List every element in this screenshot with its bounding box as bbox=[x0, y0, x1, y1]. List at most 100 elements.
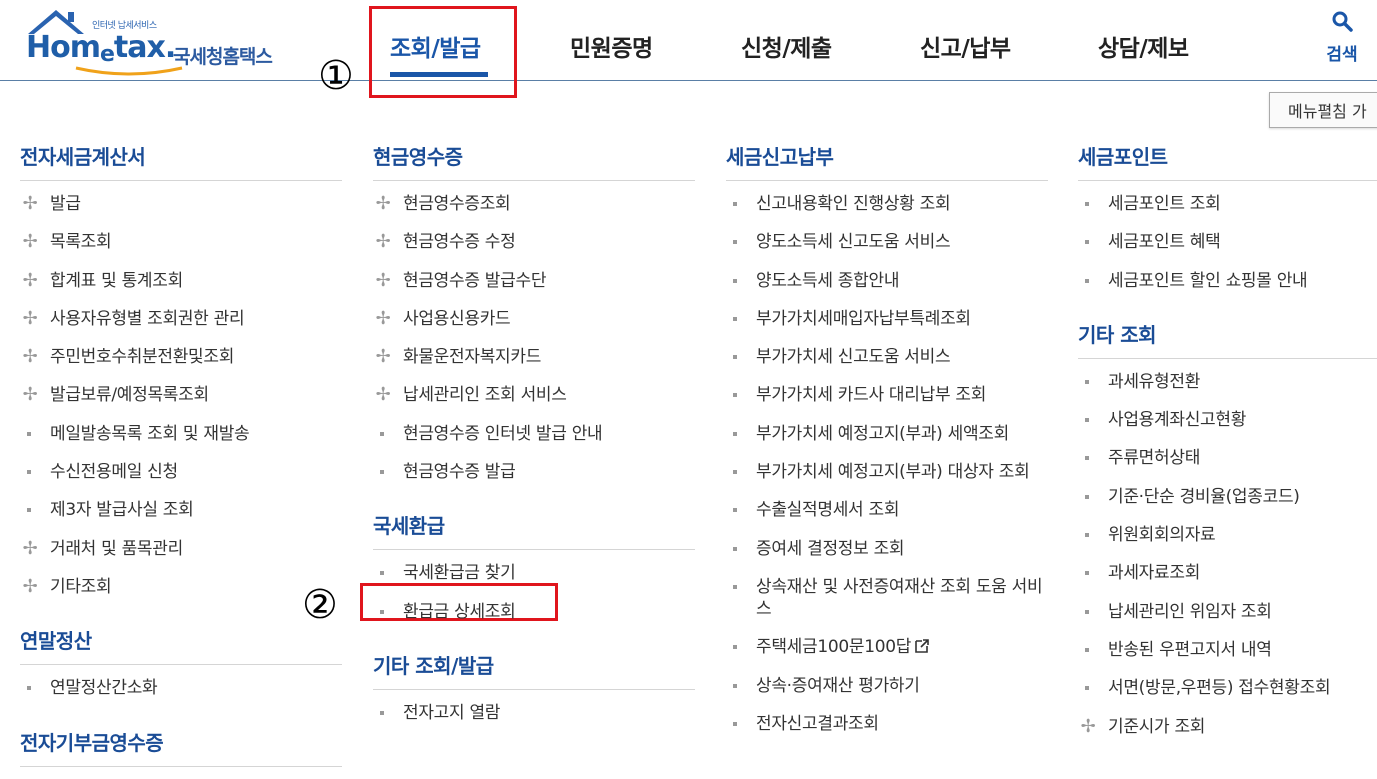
annotation-marker-1: ① bbox=[318, 53, 354, 99]
bullet-icon bbox=[27, 431, 31, 436]
menu-item[interactable]: ✢ 기준시가 조회 bbox=[1078, 716, 1377, 738]
menu-item[interactable]: ✢ 거래처 및 품목관리 bbox=[20, 538, 342, 560]
menu-item[interactable]: 메일발송목록 조회 및 재발송 bbox=[20, 423, 342, 445]
menu-item[interactable]: 현금영수증 발급 bbox=[373, 461, 695, 483]
menu-item-find-refund[interactable]: 국세환급금 찾기 bbox=[373, 562, 695, 584]
menu-item[interactable]: ✢ 현금영수증 수정 bbox=[373, 231, 695, 253]
bullet-icon bbox=[27, 470, 31, 475]
bullet-icon bbox=[733, 240, 737, 245]
menu-item[interactable]: 수신전용메일 신청 bbox=[20, 461, 342, 483]
menu-item[interactable]: ✢ 주민번호수취분전환및조회 bbox=[20, 346, 342, 368]
menu-item[interactable]: 부가가치세 카드사 대리납부 조회 bbox=[726, 384, 1048, 406]
menu-item[interactable]: 상속·증여재산 평가하기 bbox=[726, 675, 1048, 697]
section-title-donation-receipt[interactable]: 전자기부금영수증 bbox=[20, 726, 342, 767]
bullet-icon bbox=[733, 202, 737, 206]
menu-item[interactable]: 부가가치세매입자납부특례조회 bbox=[726, 308, 1048, 330]
plus-icon: ✢ bbox=[22, 231, 38, 253]
bullet-icon bbox=[27, 686, 31, 691]
bullet-icon bbox=[380, 571, 384, 576]
menu-item[interactable]: 부가가치세 예정고지(부과) 대상자 조회 bbox=[726, 461, 1048, 483]
section-title-tax-points[interactable]: 세금포인트 bbox=[1078, 140, 1377, 181]
menu-item[interactable]: ✢ 발급 bbox=[20, 193, 342, 215]
menu-column-2: 현금영수증 ✢ 현금영수증조회 ✢ 현금영수증 수정 ✢ 현금영수증 발급수단 ✢ 사업… bbox=[373, 140, 695, 740]
bullet-icon bbox=[733, 683, 737, 688]
section-title-other-inquiry-issue[interactable]: 기타 조회/발급 bbox=[373, 649, 695, 690]
menu-item[interactable]: 부가가치세 신고도움 서비스 bbox=[726, 346, 1048, 368]
menu-item[interactable]: 현금영수증 인터넷 발급 안내 bbox=[373, 423, 695, 445]
plus-icon: ✢ bbox=[22, 346, 38, 368]
site-header: 인터넷 납세서비스 Hometax. 국세청홈택스 조회/발급 민원증명 신청/… bbox=[0, 0, 1377, 81]
menu-item[interactable]: ✢ 발급보류/예정목록조회 bbox=[20, 384, 342, 406]
menu-item[interactable]: ✢ 납세관리인 조회 서비스 bbox=[373, 384, 695, 406]
plus-icon: ✢ bbox=[375, 346, 391, 368]
external-link-icon bbox=[915, 639, 929, 654]
menu-item[interactable]: 과세유형전환 bbox=[1078, 371, 1377, 393]
menu-item[interactable]: ✢ 화물운전자복지카드 bbox=[373, 346, 695, 368]
menu-item[interactable]: 환급금 상세조회 bbox=[373, 601, 695, 623]
menu-item[interactable]: 세금포인트 할인 쇼핑몰 안내 bbox=[1078, 270, 1377, 292]
gnb-item-civil-certificate[interactable]: 민원증명 bbox=[570, 29, 653, 63]
menu-item[interactable]: 연말정산간소화 bbox=[20, 677, 342, 699]
menu-column-1: 전자세금계산서 ✢ 발급 ✢ 목록조회 ✢ 합계표 및 통계조회 ✢ 사용자유형별 조회… bbox=[20, 140, 342, 779]
menu-item[interactable]: 세금포인트 혜택 bbox=[1078, 231, 1377, 253]
section-title-etax-invoice[interactable]: 전자세금계산서 bbox=[20, 140, 342, 181]
section-title-cash-receipt[interactable]: 현금영수증 bbox=[373, 140, 695, 181]
plus-icon: ✢ bbox=[22, 269, 38, 291]
bullet-icon bbox=[1085, 686, 1089, 691]
menu-item[interactable]: ✢ 현금영수증 발급수단 bbox=[373, 270, 695, 292]
bullet-icon bbox=[1085, 278, 1089, 283]
menu-item[interactable]: ✢ 합계표 및 통계조회 bbox=[20, 270, 342, 292]
bullet-icon bbox=[1085, 379, 1089, 384]
menu-item[interactable]: 납세관리인 위임자 조회 bbox=[1078, 601, 1377, 623]
plus-icon: ✢ bbox=[375, 307, 391, 329]
section-title-tax-filing-payment[interactable]: 세금신고납부 bbox=[726, 140, 1048, 181]
highlight-box-gnb bbox=[369, 6, 517, 98]
logo-korean-name: 국세청홈택스 bbox=[173, 46, 273, 68]
menu-item[interactable]: 증여세 결정정보 조회 bbox=[726, 538, 1048, 560]
menu-item[interactable]: 양도소득세 신고도움 서비스 bbox=[726, 231, 1048, 253]
gnb-item-apply-submit[interactable]: 신청/제출 bbox=[741, 29, 832, 63]
menu-item[interactable]: ✢ 목록조회 bbox=[20, 231, 342, 253]
bullet-icon bbox=[733, 470, 737, 475]
menu-item[interactable]: 상속재산 및 사전증여재산 조회 도움 서비스 bbox=[726, 576, 1048, 620]
menu-item[interactable]: 위원회회의자료 bbox=[1078, 524, 1377, 546]
section-title-other-inquiry[interactable]: 기타 조회 bbox=[1078, 318, 1377, 359]
menu-item[interactable]: 제3자 발급사실 조회 bbox=[20, 499, 342, 521]
menu-item[interactable]: 부가가치세 예정고지(부과) 세액조회 bbox=[726, 423, 1048, 445]
menu-item[interactable]: ✢ 사업용신용카드 bbox=[373, 308, 695, 330]
menu-item[interactable]: 반송된 우편고지서 내역 bbox=[1078, 639, 1377, 661]
bullet-icon bbox=[380, 609, 384, 614]
menu-column-4: 세금포인트 세금포인트 조회 세금포인트 혜택 세금포인트 할인 쇼핑몰 안내 … bbox=[1078, 140, 1377, 754]
bullet-icon bbox=[733, 431, 737, 436]
menu-item[interactable]: ✢ 기타조회 bbox=[20, 576, 342, 598]
menu-item[interactable]: 신고내용확인 진행상황 조회 bbox=[726, 193, 1048, 215]
bullet-icon bbox=[1085, 202, 1089, 206]
search-button[interactable]: 검색 bbox=[1322, 10, 1362, 65]
menu-item[interactable]: 과세자료조회 bbox=[1078, 562, 1377, 584]
menu-item[interactable]: 주류면허상태 bbox=[1078, 447, 1377, 469]
menu-item[interactable]: 전자신고결과조회 bbox=[726, 713, 1048, 735]
menu-item[interactable]: 사업용계좌신고현황 bbox=[1078, 409, 1377, 431]
menu-item[interactable]: 서면(방문,우편등) 접수현황조회 bbox=[1078, 677, 1377, 699]
gnb-item-report-pay[interactable]: 신고/납부 bbox=[920, 29, 1011, 63]
menu-item[interactable]: 양도소득세 종합안내 bbox=[726, 270, 1048, 292]
plus-icon: ✢ bbox=[22, 307, 38, 329]
plus-icon: ✢ bbox=[22, 384, 38, 406]
menu-expand-button[interactable]: 메뉴펼침 가 bbox=[1269, 92, 1377, 128]
section-title-tax-refund[interactable]: 국세환급 bbox=[373, 509, 695, 551]
bullet-icon bbox=[733, 584, 737, 589]
plus-icon: ✢ bbox=[375, 193, 391, 214]
menu-item[interactable]: ✢ 현금영수증조회 bbox=[373, 193, 695, 215]
menu-item[interactable]: 세금포인트 조회 bbox=[1078, 193, 1377, 215]
menu-item[interactable]: 기준·단순 경비율(업종코드) bbox=[1078, 486, 1377, 508]
menu-item[interactable]: 전자고지 열람 bbox=[373, 702, 695, 724]
hometax-logo[interactable]: 인터넷 납세서비스 Hometax. 국세청홈택스 bbox=[18, 8, 298, 76]
gnb-item-consult-report[interactable]: 상담/제보 bbox=[1098, 29, 1189, 63]
bullet-icon bbox=[733, 393, 737, 398]
menu-item[interactable]: 수출실적명세서 조회 bbox=[726, 499, 1048, 521]
menu-item[interactable]: 주택세금100문100답 bbox=[726, 636, 1048, 658]
plus-icon: ✢ bbox=[375, 269, 391, 291]
menu-item[interactable]: ✢ 사용자유형별 조회권한 관리 bbox=[20, 308, 342, 330]
bullet-icon bbox=[1085, 456, 1089, 461]
section-title-year-end-settlement[interactable]: 연말정산 bbox=[20, 624, 342, 666]
